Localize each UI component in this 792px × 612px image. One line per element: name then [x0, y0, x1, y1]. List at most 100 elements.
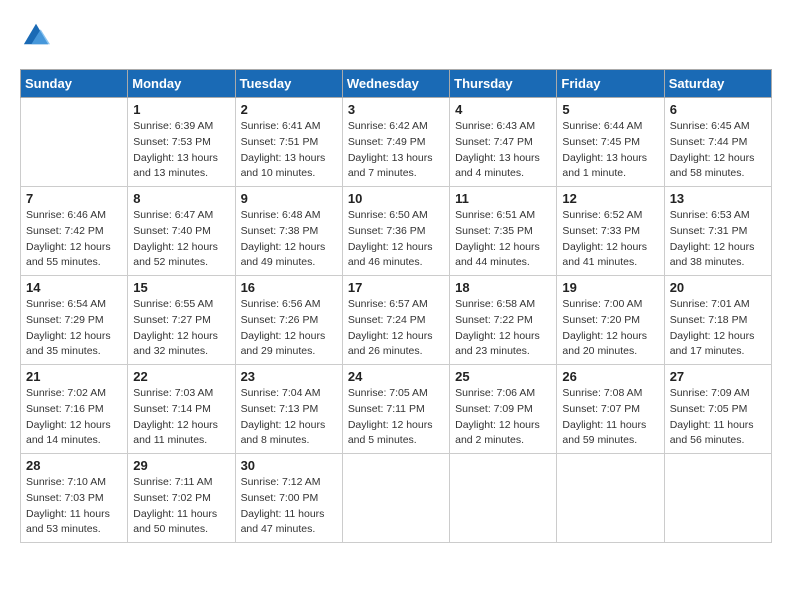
day-number: 5: [562, 102, 658, 117]
day-detail: Sunrise: 6:39 AMSunset: 7:53 PMDaylight:…: [133, 119, 229, 182]
day-number: 2: [241, 102, 337, 117]
day-detail: Sunrise: 6:57 AMSunset: 7:24 PMDaylight:…: [348, 297, 444, 360]
day-number: 10: [348, 191, 444, 206]
calendar-cell: 25 Sunrise: 7:06 AMSunset: 7:09 PMDayligh…: [450, 365, 557, 454]
week-row-2: 7 Sunrise: 6:46 AMSunset: 7:42 PMDaylight…: [21, 187, 772, 276]
day-detail: Sunrise: 7:05 AMSunset: 7:11 PMDaylight:…: [348, 386, 444, 449]
day-detail: Sunrise: 7:11 AMSunset: 7:02 PMDaylight:…: [133, 475, 229, 538]
day-number: 27: [670, 369, 766, 384]
header-day-friday: Friday: [557, 70, 664, 98]
day-number: 1: [133, 102, 229, 117]
calendar-cell: 13 Sunrise: 6:53 AMSunset: 7:31 PMDayligh…: [664, 187, 771, 276]
logo-icon: [22, 20, 50, 48]
day-detail: Sunrise: 7:01 AMSunset: 7:18 PMDaylight:…: [670, 297, 766, 360]
day-number: 7: [26, 191, 122, 206]
calendar-cell: 23 Sunrise: 7:04 AMSunset: 7:13 PMDayligh…: [235, 365, 342, 454]
day-detail: Sunrise: 6:42 AMSunset: 7:49 PMDaylight:…: [348, 119, 444, 182]
calendar-cell: 26Sunrise: 7:08 AMSunset: 7:07 PMDayligh…: [557, 365, 664, 454]
day-number: 26: [562, 369, 658, 384]
day-number: 11: [455, 191, 551, 206]
calendar-cell: 12 Sunrise: 6:52 AMSunset: 7:33 PMDayligh…: [557, 187, 664, 276]
header-day-monday: Monday: [128, 70, 235, 98]
calendar-cell: 27 Sunrise: 7:09 AMSunset: 7:05 PMDayligh…: [664, 365, 771, 454]
calendar-cell: 24 Sunrise: 7:05 AMSunset: 7:11 PMDayligh…: [342, 365, 449, 454]
calendar-cell: 10Sunrise: 6:50 AMSunset: 7:36 PMDayligh…: [342, 187, 449, 276]
calendar-cell: 5 Sunrise: 6:44 AMSunset: 7:45 PMDaylight…: [557, 98, 664, 187]
day-number: 23: [241, 369, 337, 384]
week-row-3: 14 Sunrise: 6:54 AMSunset: 7:29 PMDayligh…: [21, 276, 772, 365]
calendar-cell: 7 Sunrise: 6:46 AMSunset: 7:42 PMDaylight…: [21, 187, 128, 276]
day-number: 9: [241, 191, 337, 206]
day-number: 22: [133, 369, 229, 384]
calendar-cell: [450, 454, 557, 543]
calendar-cell: 8Sunrise: 6:47 AMSunset: 7:40 PMDaylight…: [128, 187, 235, 276]
day-detail: Sunrise: 7:00 AMSunset: 7:20 PMDaylight:…: [562, 297, 658, 360]
calendar-cell: 21Sunrise: 7:02 AMSunset: 7:16 PMDayligh…: [21, 365, 128, 454]
header-day-saturday: Saturday: [664, 70, 771, 98]
header-day-tuesday: Tuesday: [235, 70, 342, 98]
calendar-cell: 3 Sunrise: 6:42 AMSunset: 7:49 PMDaylight…: [342, 98, 449, 187]
day-detail: Sunrise: 6:48 AMSunset: 7:38 PMDaylight:…: [241, 208, 337, 271]
day-detail: Sunrise: 6:44 AMSunset: 7:45 PMDaylight:…: [562, 119, 658, 182]
week-row-5: 28Sunrise: 7:10 AMSunset: 7:03 PMDayligh…: [21, 454, 772, 543]
day-number: 24: [348, 369, 444, 384]
day-number: 8: [133, 191, 229, 206]
day-number: 15: [133, 280, 229, 295]
calendar-cell: 11 Sunrise: 6:51 AMSunset: 7:35 PMDayligh…: [450, 187, 557, 276]
day-detail: Sunrise: 6:54 AMSunset: 7:29 PMDaylight:…: [26, 297, 122, 360]
day-detail: Sunrise: 6:46 AMSunset: 7:42 PMDaylight:…: [26, 208, 122, 271]
calendar-cell: [342, 454, 449, 543]
calendar-cell: 20 Sunrise: 7:01 AMSunset: 7:18 PMDayligh…: [664, 276, 771, 365]
calendar-cell: 22Sunrise: 7:03 AMSunset: 7:14 PMDayligh…: [128, 365, 235, 454]
day-detail: Sunrise: 6:51 AMSunset: 7:35 PMDaylight:…: [455, 208, 551, 271]
day-number: 14: [26, 280, 122, 295]
day-detail: Sunrise: 7:09 AMSunset: 7:05 PMDaylight:…: [670, 386, 766, 449]
day-number: 12: [562, 191, 658, 206]
day-number: 19: [562, 280, 658, 295]
header-day-sunday: Sunday: [21, 70, 128, 98]
calendar-cell: [664, 454, 771, 543]
calendar-cell: 9 Sunrise: 6:48 AMSunset: 7:38 PMDaylight…: [235, 187, 342, 276]
calendar-cell: 17 Sunrise: 6:57 AMSunset: 7:24 PMDayligh…: [342, 276, 449, 365]
page-header: [20, 20, 772, 53]
calendar-cell: 29 Sunrise: 7:11 AMSunset: 7:02 PMDayligh…: [128, 454, 235, 543]
calendar-cell: [21, 98, 128, 187]
header-day-thursday: Thursday: [450, 70, 557, 98]
day-number: 20: [670, 280, 766, 295]
day-number: 3: [348, 102, 444, 117]
calendar-cell: 30Sunrise: 7:12 AMSunset: 7:00 PMDayligh…: [235, 454, 342, 543]
day-number: 29: [133, 458, 229, 473]
day-detail: Sunrise: 7:12 AMSunset: 7:00 PMDaylight:…: [241, 475, 337, 538]
day-number: 16: [241, 280, 337, 295]
calendar-cell: 16 Sunrise: 6:56 AMSunset: 7:26 PMDayligh…: [235, 276, 342, 365]
logo: [20, 20, 50, 53]
day-detail: Sunrise: 7:04 AMSunset: 7:13 PMDaylight:…: [241, 386, 337, 449]
calendar-cell: 28Sunrise: 7:10 AMSunset: 7:03 PMDayligh…: [21, 454, 128, 543]
day-detail: Sunrise: 6:52 AMSunset: 7:33 PMDaylight:…: [562, 208, 658, 271]
calendar-cell: 2Sunrise: 6:41 AMSunset: 7:51 PMDaylight…: [235, 98, 342, 187]
calendar-cell: 19 Sunrise: 7:00 AMSunset: 7:20 PMDayligh…: [557, 276, 664, 365]
week-row-1: 1 Sunrise: 6:39 AMSunset: 7:53 PMDaylight…: [21, 98, 772, 187]
day-detail: Sunrise: 6:56 AMSunset: 7:26 PMDaylight:…: [241, 297, 337, 360]
day-detail: Sunrise: 6:53 AMSunset: 7:31 PMDaylight:…: [670, 208, 766, 271]
day-detail: Sunrise: 6:45 AMSunset: 7:44 PMDaylight:…: [670, 119, 766, 182]
day-number: 4: [455, 102, 551, 117]
header-row: SundayMondayTuesdayWednesdayThursdayFrid…: [21, 70, 772, 98]
day-number: 25: [455, 369, 551, 384]
calendar-table: SundayMondayTuesdayWednesdayThursdayFrid…: [20, 69, 772, 543]
day-detail: Sunrise: 6:55 AMSunset: 7:27 PMDaylight:…: [133, 297, 229, 360]
calendar-cell: [557, 454, 664, 543]
day-detail: Sunrise: 7:02 AMSunset: 7:16 PMDaylight:…: [26, 386, 122, 449]
day-number: 6: [670, 102, 766, 117]
day-number: 17: [348, 280, 444, 295]
header-day-wednesday: Wednesday: [342, 70, 449, 98]
week-row-4: 21Sunrise: 7:02 AMSunset: 7:16 PMDayligh…: [21, 365, 772, 454]
day-detail: Sunrise: 7:06 AMSunset: 7:09 PMDaylight:…: [455, 386, 551, 449]
day-number: 13: [670, 191, 766, 206]
calendar-cell: 1 Sunrise: 6:39 AMSunset: 7:53 PMDaylight…: [128, 98, 235, 187]
calendar-cell: 4Sunrise: 6:43 AMSunset: 7:47 PMDaylight…: [450, 98, 557, 187]
day-number: 28: [26, 458, 122, 473]
calendar-cell: 6 Sunrise: 6:45 AMSunset: 7:44 PMDaylight…: [664, 98, 771, 187]
day-number: 18: [455, 280, 551, 295]
day-detail: Sunrise: 6:58 AMSunset: 7:22 PMDaylight:…: [455, 297, 551, 360]
